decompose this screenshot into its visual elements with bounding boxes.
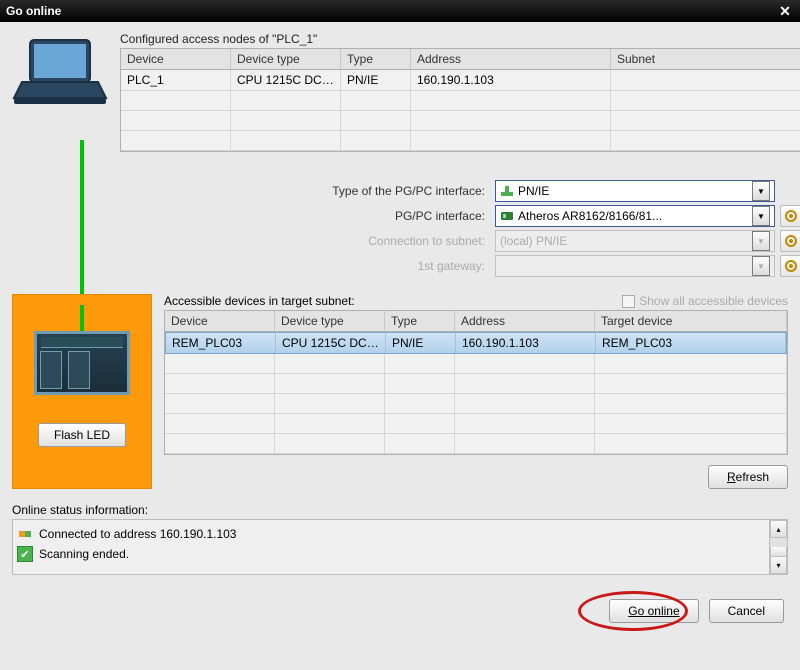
label-connection-subnet: Connection to subnet:: [120, 234, 495, 248]
label-pgpc-if: PG/PC interface:: [120, 209, 495, 223]
accessible-label: Accessible devices in target subnet:: [164, 294, 355, 308]
dialog-body: Configured access nodes of "PLC_1" Devic…: [0, 22, 800, 670]
laptop-area: [12, 32, 108, 280]
configured-grid: Device Device type Type Address Subnet P…: [120, 48, 800, 152]
configured-section: Configured access nodes of "PLC_1" Devic…: [120, 32, 800, 280]
scroll-down-icon[interactable]: ▾: [770, 556, 787, 574]
status-box: Connected to address 160.190.1.103 ✔ Sca…: [12, 519, 788, 575]
accessible-grid-header: Device Device type Type Address Target d…: [165, 311, 787, 332]
go-online-button[interactable]: Go online: [609, 599, 698, 623]
show-all-checkbox: [622, 295, 635, 308]
accessible-grid: Device Device type Type Address Target d…: [164, 310, 788, 455]
configured-grid-body: PLC_1 CPU 1215C DC/D... PN/IE 160.190.1.…: [121, 70, 800, 151]
configured-grid-header: Device Device type Type Address Subnet: [121, 49, 800, 70]
col-target-device[interactable]: Target device: [595, 311, 787, 332]
adapter-icon: [500, 209, 514, 223]
scroll-thumb[interactable]: [770, 547, 787, 556]
properties-button[interactable]: [780, 230, 800, 252]
label-pgpc-type: Type of the PG/PC interface:: [120, 184, 495, 198]
first-gateway-select: ▼: [495, 255, 775, 277]
table-row: [165, 354, 787, 374]
table-row[interactable]: REM_PLC03 CPU 1215C DC/D... PN/IE 160.19…: [165, 332, 787, 354]
table-row: [165, 374, 787, 394]
col-address[interactable]: Address: [455, 311, 595, 332]
cancel-button[interactable]: Cancel: [709, 599, 784, 623]
laptop-icon: [12, 32, 108, 115]
table-row: [165, 414, 787, 434]
accessible-grid-body: REM_PLC03 CPU 1215C DC/D... PN/IE 160.19…: [165, 332, 787, 454]
col-type[interactable]: Type: [385, 311, 455, 332]
table-row: [121, 91, 800, 111]
check-icon: ✔: [17, 546, 33, 562]
connection-subnet-select: (local) PN/IE ▼: [495, 230, 775, 252]
col-device[interactable]: Device: [121, 49, 231, 70]
bottom-button-row: Go online Cancel: [12, 599, 788, 623]
table-row: [165, 434, 787, 454]
configured-label: Configured access nodes of "PLC_1": [120, 32, 800, 46]
status-label: Online status information:: [12, 503, 788, 517]
close-icon[interactable]: ✕: [776, 2, 794, 20]
col-device-type[interactable]: Device type: [275, 311, 385, 332]
interface-form: Type of the PG/PC interface: PN/IE ▼ PG/…: [120, 180, 800, 277]
properties-button[interactable]: [780, 255, 800, 277]
top-row: Configured access nodes of "PLC_1" Devic…: [12, 32, 788, 280]
network-icon: [500, 184, 514, 198]
status-line: Connected to address 160.190.1.103: [17, 524, 765, 544]
pgpc-type-select[interactable]: PN/IE ▼: [495, 180, 775, 202]
middle-row: Flash LED Accessible devices in target s…: [12, 294, 788, 489]
col-address[interactable]: Address: [411, 49, 611, 70]
link-icon: [17, 526, 33, 542]
table-row: [165, 394, 787, 414]
refresh-button[interactable]: Refresh: [708, 465, 788, 489]
accessible-section: Accessible devices in target subnet: Sho…: [164, 294, 788, 489]
pgpc-interface-select[interactable]: Atheros AR8162/8166/81... ▼: [495, 205, 775, 227]
chevron-down-icon: ▼: [752, 231, 770, 251]
device-panel: Flash LED: [12, 294, 152, 489]
dialog-title: Go online: [6, 4, 776, 18]
table-row[interactable]: PLC_1 CPU 1215C DC/D... PN/IE 160.190.1.…: [121, 70, 800, 91]
titlebar: Go online ✕: [0, 0, 800, 22]
status-line: ✔ Scanning ended.: [17, 544, 765, 564]
table-row: [121, 111, 800, 131]
chevron-down-icon[interactable]: ▼: [752, 206, 770, 226]
col-subnet[interactable]: Subnet: [611, 49, 800, 70]
label-first-gateway: 1st gateway:: [120, 259, 495, 273]
col-device-type[interactable]: Device type: [231, 49, 341, 70]
status-area: Online status information: Connected to …: [12, 503, 788, 575]
chevron-down-icon: ▼: [752, 256, 770, 276]
col-device[interactable]: Device: [165, 311, 275, 332]
show-all-label: Show all accessible devices: [639, 294, 788, 308]
flash-led-button[interactable]: Flash LED: [38, 423, 126, 447]
status-scrollbar[interactable]: ▴ ▾: [769, 520, 787, 574]
connection-wire: [80, 305, 84, 333]
chevron-down-icon[interactable]: ▼: [752, 181, 770, 201]
scroll-up-icon[interactable]: ▴: [770, 520, 787, 538]
plc-icon: [34, 331, 130, 395]
table-row: [121, 131, 800, 151]
properties-button[interactable]: [780, 205, 800, 227]
col-type[interactable]: Type: [341, 49, 411, 70]
